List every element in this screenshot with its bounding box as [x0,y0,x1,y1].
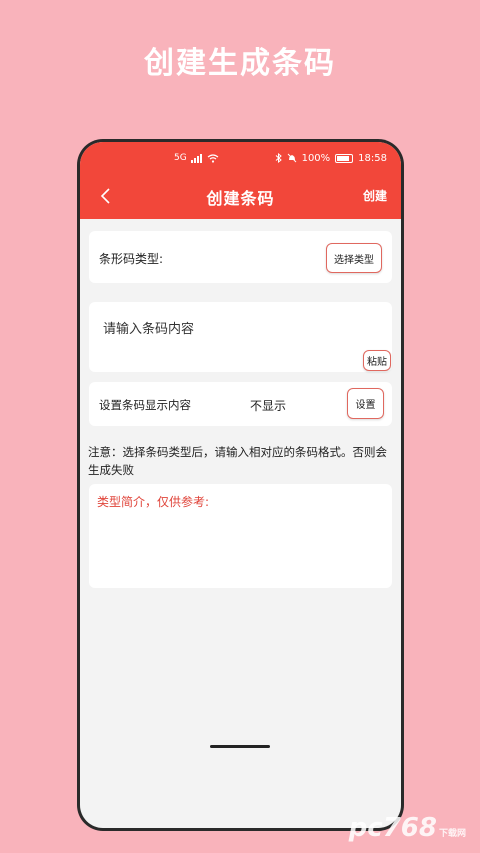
title-row: 创建条码 创建 [80,174,401,219]
app-bar: 5G 100% 18:58 创建条码 创建 [80,142,401,219]
promo-title: 创建生成条码 [144,46,336,81]
type-intro-title: 类型简介，仅供参考: [97,495,210,509]
wifi-icon [207,153,219,163]
page-title: 创建条码 [206,188,275,208]
create-button[interactable]: 创建 [363,187,387,204]
mute-icon [287,153,296,163]
watermark-text: pc768 [348,813,437,843]
watermark-sub: 下载网 [438,829,466,839]
status-bar: 5G 100% 18:58 [80,142,401,174]
type-intro-card: 类型简介，仅供参考: [89,484,392,588]
barcode-type-label: 条形码类型: [99,252,164,266]
content-input-card[interactable]: 请输入条码内容 粘贴 [89,302,392,372]
select-type-button[interactable]: 选择类型 [326,243,382,273]
signal-icon [190,153,202,163]
display-setting-card: 设置条码显示内容 不显示 设置 [89,382,392,426]
battery-icon [335,153,354,163]
barcode-type-card: 条形码类型: 选择类型 [89,231,392,283]
phone-frame: 5G 100% 18:58 创建条码 创建 条形码类型: 选择类型 请输入条码内… [77,139,404,831]
chevron-left-icon [100,188,110,204]
watermark-logo: pc768 下载网 [349,813,466,843]
back-button[interactable] [94,184,118,208]
content-input[interactable]: 请输入条码内容 [103,318,194,337]
battery-percent: 100% [301,152,331,164]
home-indicator[interactable] [210,745,270,748]
display-setting-value: 不显示 [250,399,287,413]
network-label: 5G [174,153,187,163]
bluetooth-icon [275,153,282,163]
format-note: 注意：选择条码类型后，请输入相对应的条码格式。否则会生成失败 [88,445,387,477]
app-screen: 5G 100% 18:58 创建条码 创建 条形码类型: 选择类型 请输入条码内… [80,142,401,828]
status-time: 18:58 [358,152,387,164]
paste-button[interactable]: 粘贴 [363,350,391,371]
set-display-button[interactable]: 设置 [347,388,384,419]
display-setting-label: 设置条码显示内容 [99,398,191,412]
